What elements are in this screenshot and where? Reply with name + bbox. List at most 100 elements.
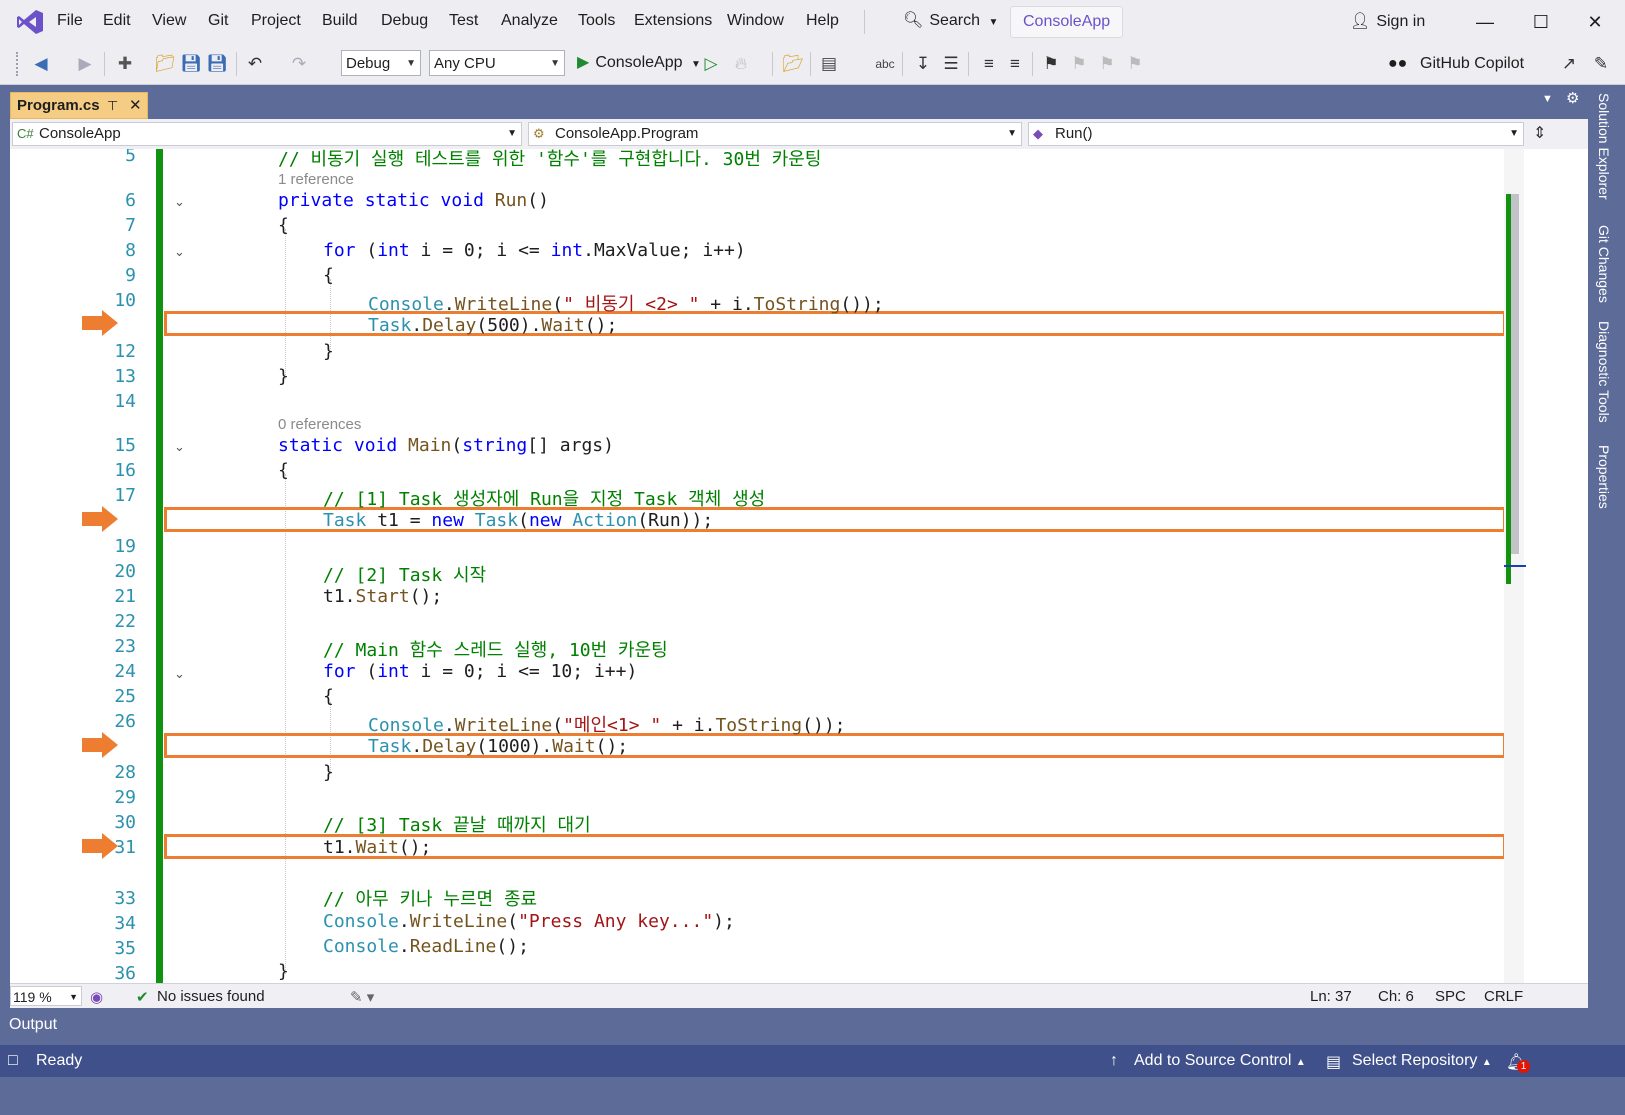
redo-icon[interactable]: ↷ [288, 53, 310, 75]
toolbar-separator [1032, 52, 1033, 76]
menu-view[interactable]: View [152, 12, 186, 30]
code-cleanup-icon[interactable]: ✎ ▾ [350, 988, 374, 1006]
collapse-icon[interactable]: ⌄ [174, 666, 185, 682]
tab-program-cs[interactable]: Program.cs ⊤ ✕ [10, 92, 148, 119]
github-copilot-button[interactable]: ●● GitHub Copilot [1388, 55, 1524, 73]
menu-extensions[interactable]: Extensions [634, 12, 712, 30]
menu-build[interactable]: Build [322, 12, 358, 30]
play-icon: ▶ [577, 54, 590, 71]
start-debugging-button[interactable]: ▶ ConsoleApp ▼ [577, 52, 701, 72]
solution-name[interactable]: ConsoleApp [1010, 6, 1124, 38]
code-editor[interactable]: 5 6 7 8 9 10 12 13 14 15 16 17 19 20 21 … [10, 149, 1588, 1017]
whitespace-indicator[interactable]: SPC [1435, 988, 1466, 1005]
code-line: Console.WriteLine("메인<1> " + i.ToString(… [368, 715, 846, 736]
menu-window[interactable]: Window [727, 12, 784, 30]
scrollbar-caret-marker [1504, 565, 1526, 567]
codelens-references[interactable]: 0 references [278, 416, 361, 433]
line-ending-indicator[interactable]: CRLF [1484, 988, 1523, 1005]
close-icon[interactable]: ✕ [1580, 8, 1610, 36]
code-line: { [278, 215, 289, 236]
diagnostic-tools-tab[interactable]: Diagnostic Tools [1596, 321, 1612, 423]
zoom-select[interactable]: 119 % ▼ [10, 986, 82, 1006]
start-without-debugging-icon[interactable]: ▷ [700, 53, 722, 75]
line-number: 24 [114, 661, 136, 682]
menu-help[interactable]: Help [806, 12, 839, 30]
hierarchy-icon[interactable]: ☰ [940, 53, 962, 75]
solution-platform-select[interactable]: Any CPU ▼ [429, 50, 565, 76]
output-panel-tab[interactable]: Output [0, 1008, 1588, 1044]
next-bookmark-icon[interactable]: ⚑ [1096, 53, 1118, 75]
line-number: 21 [114, 586, 136, 607]
line-indicator[interactable]: Ln: 37 [1310, 988, 1352, 1005]
copilot-status-icon[interactable]: ◉ [90, 988, 103, 1006]
add-to-source-control-button[interactable]: Add to Source Control ▲ [1134, 1052, 1306, 1070]
pin-icon[interactable]: ⊤ [107, 93, 118, 118]
minimize-icon[interactable]: — [1470, 8, 1500, 36]
member-select[interactable]: ◆ Run() ▼ [1028, 122, 1524, 146]
collapse-icon[interactable]: ⌄ [174, 194, 185, 210]
navigate-forward-icon[interactable]: ▶ [74, 53, 96, 75]
navigation-bar: C# ConsoleApp ▼ ⚙ ConsoleApp.Program ▼ ◆… [10, 119, 1588, 150]
chevron-down-icon: ▼ [507, 128, 517, 139]
split-editor-icon[interactable]: ⇕ [1533, 123, 1546, 143]
share-icon[interactable]: ↗ [1558, 53, 1580, 75]
scrollbar-thumb[interactable] [1511, 194, 1519, 554]
line-number: 8 [125, 240, 136, 261]
open-file-icon[interactable]: 📁︎ [154, 53, 176, 75]
step-into-icon[interactable]: ↧ [912, 53, 934, 75]
collapse-icon[interactable]: ⌄ [174, 439, 185, 455]
chevron-up-icon: ▲ [1481, 1057, 1492, 1068]
arrow-annotation-icon [82, 506, 118, 532]
properties-tab[interactable]: Properties [1596, 445, 1612, 509]
menu-edit[interactable]: Edit [103, 12, 131, 30]
project-select[interactable]: C# ConsoleApp ▼ [12, 122, 522, 146]
code-line: } [323, 762, 334, 783]
line-number: 30 [114, 812, 136, 833]
navigate-back-icon[interactable]: ◀ [30, 53, 52, 75]
column-indicator[interactable]: Ch: 6 [1378, 988, 1414, 1005]
comment-lines-icon[interactable]: ≡ [978, 53, 1000, 75]
menu-git[interactable]: Git [208, 12, 228, 30]
tab-overflow-icon[interactable]: ▼ [1542, 93, 1553, 105]
new-project-icon[interactable]: ✚ [114, 53, 136, 75]
clear-bookmarks-icon[interactable]: ⚑ [1124, 53, 1146, 75]
codelens-references[interactable]: 1 reference [278, 171, 354, 188]
code-line: // Main 함수 스레드 실행, 10번 카운팅 [323, 640, 668, 661]
user-icon: 👤︎ [1350, 13, 1371, 30]
sign-in-button[interactable]: 👤︎ Sign in [1350, 11, 1425, 31]
git-changes-tab[interactable]: Git Changes [1596, 225, 1612, 303]
menu-file[interactable]: File [57, 12, 83, 30]
menu-debug[interactable]: Debug [381, 12, 428, 30]
menu-analyze[interactable]: Analyze [501, 12, 558, 30]
save-all-icon[interactable]: 💾︎ [206, 53, 228, 75]
solution-configuration-select[interactable]: Debug ▼ [341, 50, 421, 76]
hot-reload-icon[interactable]: 🔥︎ [730, 53, 752, 75]
line-number: 13 [114, 366, 136, 387]
search-box[interactable]: 🔍︎ Search ▼ [903, 10, 998, 30]
menu-project[interactable]: Project [251, 12, 301, 30]
spell-check-icon[interactable]: abc [874, 53, 896, 75]
maximize-icon[interactable]: ☐ [1526, 8, 1556, 36]
uncomment-lines-icon[interactable]: ≡ [1004, 53, 1026, 75]
type-select[interactable]: ⚙ ConsoleApp.Program ▼ [528, 122, 1022, 146]
editor-status-strip: 119 % ▼ ◉ ✔ No issues found ✎ ▾ Ln: 37 Ch… [10, 983, 1588, 1008]
select-repository-button[interactable]: Select Repository ▲ [1352, 1052, 1492, 1070]
issues-status[interactable]: No issues found [157, 988, 265, 1005]
menu-test[interactable]: Test [449, 12, 478, 30]
gear-icon[interactable]: ⚙ [1566, 89, 1579, 107]
visual-studio-logo-icon[interactable] [16, 9, 44, 35]
toolbar-grip[interactable] [16, 52, 22, 76]
undo-icon[interactable]: ↶ [244, 53, 266, 75]
previous-bookmark-icon[interactable]: ⚑ [1068, 53, 1090, 75]
solution-explorer-icon[interactable]: 📂︎ [782, 53, 804, 75]
collapse-icon[interactable]: ⌄ [174, 244, 185, 260]
save-icon[interactable]: 💾︎ [180, 53, 202, 75]
window-layout-icon[interactable]: ▤ [818, 53, 840, 75]
close-icon[interactable]: ✕ [129, 93, 142, 118]
code-line: Task.Delay(1000).Wait(); [368, 736, 629, 757]
line-number: 36 [114, 963, 136, 984]
menu-tools[interactable]: Tools [578, 12, 615, 30]
bookmark-icon[interactable]: ⚑ [1040, 53, 1062, 75]
solution-explorer-tab[interactable]: Solution Explorer [1596, 93, 1612, 200]
feedback-icon[interactable]: ✎ [1590, 53, 1612, 75]
